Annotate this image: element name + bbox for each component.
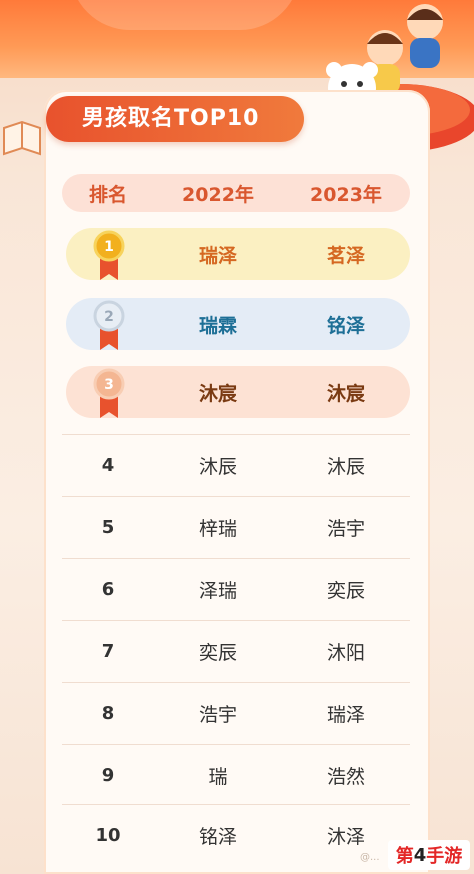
watermark: @... [360, 852, 380, 863]
header-rank: 排名 [88, 183, 127, 206]
rank-number: 9 [101, 765, 115, 786]
name-2023: 浩宇 [326, 518, 365, 540]
brand-text-2: 4 [413, 844, 427, 866]
medal-number: 3 [104, 377, 114, 393]
name-2023: 沐辰 [326, 456, 365, 478]
medal-number: 2 [104, 309, 114, 325]
name-2022: 沐辰 [198, 456, 237, 478]
table-row: 8 浩宇 瑞泽 [62, 682, 410, 744]
rank-number: 8 [101, 703, 115, 724]
name-2022: 梓瑞 [198, 518, 237, 540]
table-row: 10 铭泽 沐泽 [62, 804, 410, 866]
rank-number: 7 [101, 641, 115, 662]
name-2022: 铭泽 [198, 826, 237, 848]
book-icon [3, 120, 41, 156]
name-2023: 沐阳 [326, 642, 365, 664]
rank-number: 6 [101, 579, 115, 600]
name-2022: 泽瑞 [198, 580, 237, 602]
name-2022: 瑞泽 [198, 244, 237, 267]
name-2022: 瑞 [208, 766, 228, 788]
table-row: 9 瑞 浩然 [62, 744, 410, 806]
table-row: 3 沐宸 沐宸 [66, 366, 410, 418]
page-title: 男孩取名TOP10 [46, 96, 304, 142]
name-2022: 沐宸 [198, 382, 237, 405]
name-2023: 奕辰 [326, 580, 365, 602]
name-2022: 瑞霖 [198, 314, 237, 337]
table-header: 排名 2022年 2023年 [62, 174, 410, 212]
name-2022: 浩宇 [198, 704, 237, 726]
rank-number: 4 [101, 455, 115, 476]
rank-number: 5 [101, 517, 115, 538]
name-2023: 沐宸 [326, 382, 365, 405]
brand-text-1: 第 [395, 846, 414, 867]
name-2023: 茗泽 [326, 244, 365, 267]
table-row: 6 泽瑞 奕辰 [62, 558, 410, 620]
name-2023: 铭泽 [326, 314, 365, 337]
gold-medal-icon: 1 [93, 230, 125, 280]
header-year-2023: 2023年 [310, 183, 382, 206]
brand-text-3: 手游 [426, 846, 463, 867]
table-row: 5 梓瑞 浩宇 [62, 496, 410, 558]
name-2022: 奕辰 [198, 642, 237, 664]
table-row: 1 瑞泽 茗泽 [66, 228, 410, 280]
medal-number: 1 [104, 239, 114, 255]
table-row: 2 瑞霖 铭泽 [66, 298, 410, 350]
silver-medal-icon: 2 [93, 300, 125, 350]
table-row: 4 沐辰 沐辰 [62, 434, 410, 496]
table-row: 7 奕辰 沐阳 [62, 620, 410, 682]
name-2023: 瑞泽 [326, 704, 365, 726]
brand-logo[interactable]: 第 4 手游 [388, 840, 470, 870]
rank-number: 10 [95, 825, 121, 846]
name-2023: 浩然 [326, 766, 365, 788]
bronze-medal-icon: 3 [93, 368, 125, 418]
header-year-2022: 2022年 [182, 183, 254, 206]
